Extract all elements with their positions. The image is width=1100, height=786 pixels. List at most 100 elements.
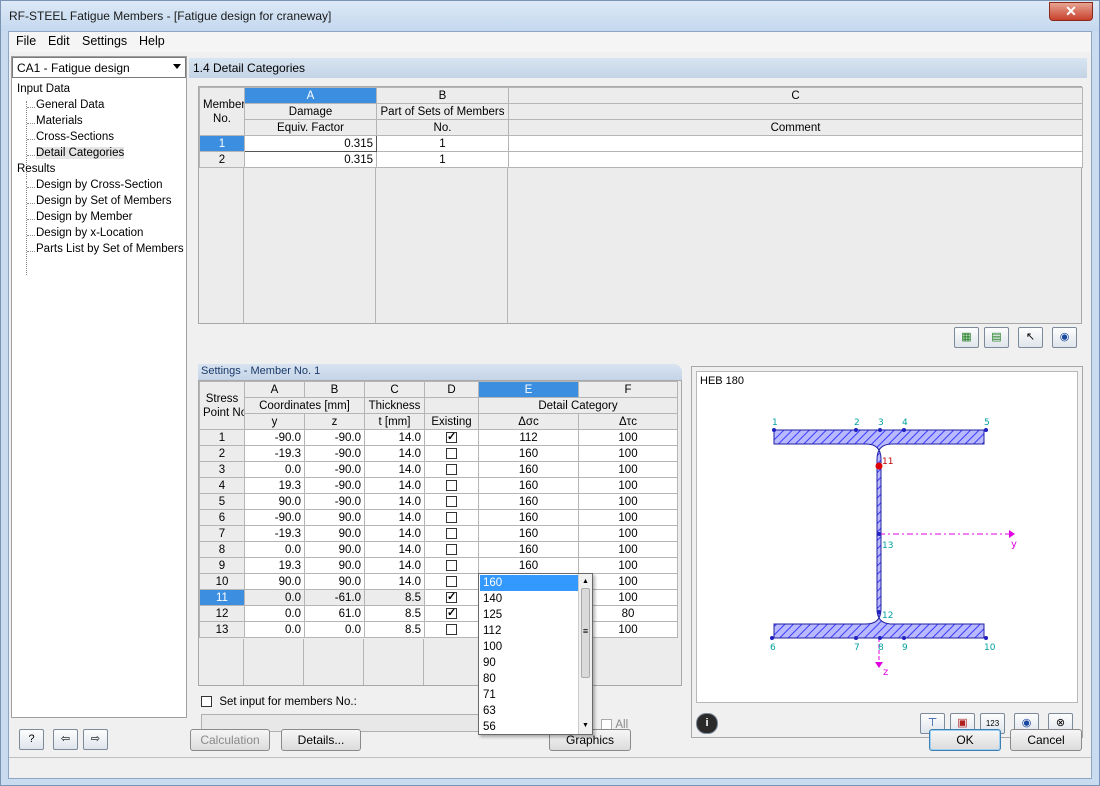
calculation-button[interactable]: Calculation (190, 729, 270, 751)
close-button[interactable]: ✕ (1049, 2, 1093, 21)
row-number[interactable]: 10 (199, 573, 245, 590)
nav-design-by-x-location[interactable]: Design by x-Location (36, 227, 143, 239)
delta-sigma-cell[interactable]: 160 (478, 461, 579, 478)
comment-cell[interactable] (508, 151, 1083, 168)
coord-z-cell[interactable]: 90.0 (304, 557, 365, 574)
comment-cell[interactable] (508, 135, 1083, 152)
row-number[interactable]: 13 (199, 621, 245, 638)
thickness-cell[interactable]: 14.0 (364, 557, 425, 574)
set-number-cell[interactable]: 1 (376, 135, 509, 152)
thickness-cell[interactable]: 14.0 (364, 461, 425, 478)
thickness-cell[interactable]: 8.5 (364, 605, 425, 622)
existing-checkbox[interactable] (446, 543, 457, 555)
delta-sigma-cell[interactable]: 160 (478, 557, 579, 574)
delta-tau-cell[interactable]: 100 (578, 621, 678, 638)
scroll-up-icon[interactable]: ▲ (582, 578, 589, 585)
existing-checkbox[interactable] (446, 431, 457, 443)
delta-tau-cell[interactable]: 100 (578, 461, 678, 478)
existing-checkbox[interactable] (446, 527, 457, 539)
nav-detail-categories[interactable]: Detail Categories (36, 147, 125, 159)
menu-help[interactable]: Help (139, 34, 165, 48)
nav-input-data[interactable]: Input Data (17, 83, 70, 95)
row-number[interactable]: 8 (199, 541, 245, 558)
col-letter-c[interactable]: C (508, 87, 1083, 104)
delta-sigma-cell[interactable]: 160 (478, 493, 579, 510)
row-number[interactable]: 6 (199, 509, 245, 526)
col-letter-b[interactable]: B (376, 87, 509, 104)
dropdown-option[interactable]: 125 (480, 607, 578, 623)
coord-z-cell[interactable]: -90.0 (304, 461, 365, 478)
dropdown-option[interactable]: 80 (480, 671, 578, 687)
existing-checkbox[interactable] (446, 559, 457, 571)
thickness-cell[interactable]: 14.0 (364, 509, 425, 526)
row-number[interactable]: 9 (199, 557, 245, 574)
delta-tau-cell[interactable]: 100 (578, 445, 678, 462)
coord-y-cell[interactable]: 90.0 (244, 573, 305, 590)
coord-y-cell[interactable]: 19.3 (244, 557, 305, 574)
col-letter-d[interactable]: D (424, 381, 479, 398)
nav-results[interactable]: Results (17, 163, 55, 175)
damage-factor-cell[interactable]: 0.315 (244, 135, 377, 152)
coord-z-cell[interactable]: 90.0 (304, 525, 365, 542)
export-icon[interactable]: ⇨ (83, 729, 108, 750)
dropdown-scrollbar[interactable]: ▲ ≡ ▼ (578, 574, 592, 734)
thickness-cell[interactable]: 14.0 (364, 525, 425, 542)
thickness-cell[interactable]: 8.5 (364, 589, 425, 606)
row-number[interactable]: 7 (199, 525, 245, 542)
menu-settings[interactable]: Settings (82, 34, 127, 48)
coord-y-cell[interactable]: -90.0 (244, 509, 305, 526)
existing-checkbox[interactable] (446, 623, 457, 635)
row-number[interactable]: 1 (199, 135, 245, 152)
coord-z-cell[interactable]: 0.0 (304, 621, 365, 638)
ok-button[interactable]: OK (929, 729, 1001, 751)
pick-cursor-icon[interactable]: ↖ (1018, 327, 1043, 348)
import-excel-icon[interactable]: ▤ (984, 327, 1009, 348)
dropdown-option[interactable]: 63 (480, 703, 578, 719)
coord-y-cell[interactable]: -19.3 (244, 445, 305, 462)
nav-materials[interactable]: Materials (36, 115, 83, 127)
existing-checkbox[interactable] (446, 607, 457, 619)
nav-cross-sections[interactable]: Cross-Sections (36, 131, 114, 143)
coord-y-cell[interactable]: -19.3 (244, 525, 305, 542)
thickness-cell[interactable]: 14.0 (364, 493, 425, 510)
nav-design-by-member[interactable]: Design by Member (36, 211, 133, 223)
delta-sigma-cell[interactable]: 160 (478, 477, 579, 494)
coord-z-cell[interactable]: -90.0 (304, 429, 365, 446)
delta-sigma-cell[interactable]: 160 (478, 525, 579, 542)
view-eye-icon[interactable]: ◉ (1052, 327, 1077, 348)
scroll-thumb[interactable]: ≡ (581, 588, 590, 678)
delta-sigma-cell[interactable]: 112 (478, 429, 579, 446)
case-combo[interactable]: CA1 - Fatigue design (12, 57, 186, 78)
dropdown-option[interactable]: 100 (480, 639, 578, 655)
dropdown-option[interactable]: 56 (480, 719, 578, 735)
dropdown-option[interactable]: 71 (480, 687, 578, 703)
coord-z-cell[interactable]: -90.0 (304, 445, 365, 462)
existing-checkbox[interactable] (446, 479, 457, 491)
dropdown-option[interactable]: 90 (480, 655, 578, 671)
dropdown-option[interactable]: 140 (480, 591, 578, 607)
menu-edit[interactable]: Edit (48, 34, 70, 48)
nav-design-by-cross-section[interactable]: Design by Cross-Section (36, 179, 163, 191)
delta-tau-cell[interactable]: 100 (578, 573, 678, 590)
delta-tau-cell[interactable]: 100 (578, 509, 678, 526)
col-letter-c[interactable]: C (364, 381, 425, 398)
menu-file[interactable]: File (16, 34, 36, 48)
nav-general-data[interactable]: General Data (36, 99, 104, 111)
delta-tau-cell[interactable]: 100 (578, 589, 678, 606)
scroll-down-icon[interactable]: ▼ (582, 722, 589, 729)
coord-y-cell[interactable]: 0.0 (244, 589, 305, 606)
row-number[interactable]: 2 (199, 151, 245, 168)
dropdown-option[interactable]: 112 (480, 623, 578, 639)
delta-sigma-cell[interactable]: 160 (478, 445, 579, 462)
col-letter-e[interactable]: E (478, 381, 579, 398)
col-letter-b[interactable]: B (304, 381, 365, 398)
delta-sigma-cell[interactable]: 160 (478, 509, 579, 526)
row-number[interactable]: 2 (199, 445, 245, 462)
export-excel-icon[interactable]: ▦ (954, 327, 979, 348)
delta-tau-cell[interactable]: 100 (578, 557, 678, 574)
set-number-cell[interactable]: 1 (376, 151, 509, 168)
dropdown-option[interactable]: 160 (480, 575, 578, 591)
delta-tau-cell[interactable]: 80 (578, 605, 678, 622)
col-letter-a[interactable]: A (244, 87, 377, 104)
coord-y-cell[interactable]: 0.0 (244, 541, 305, 558)
